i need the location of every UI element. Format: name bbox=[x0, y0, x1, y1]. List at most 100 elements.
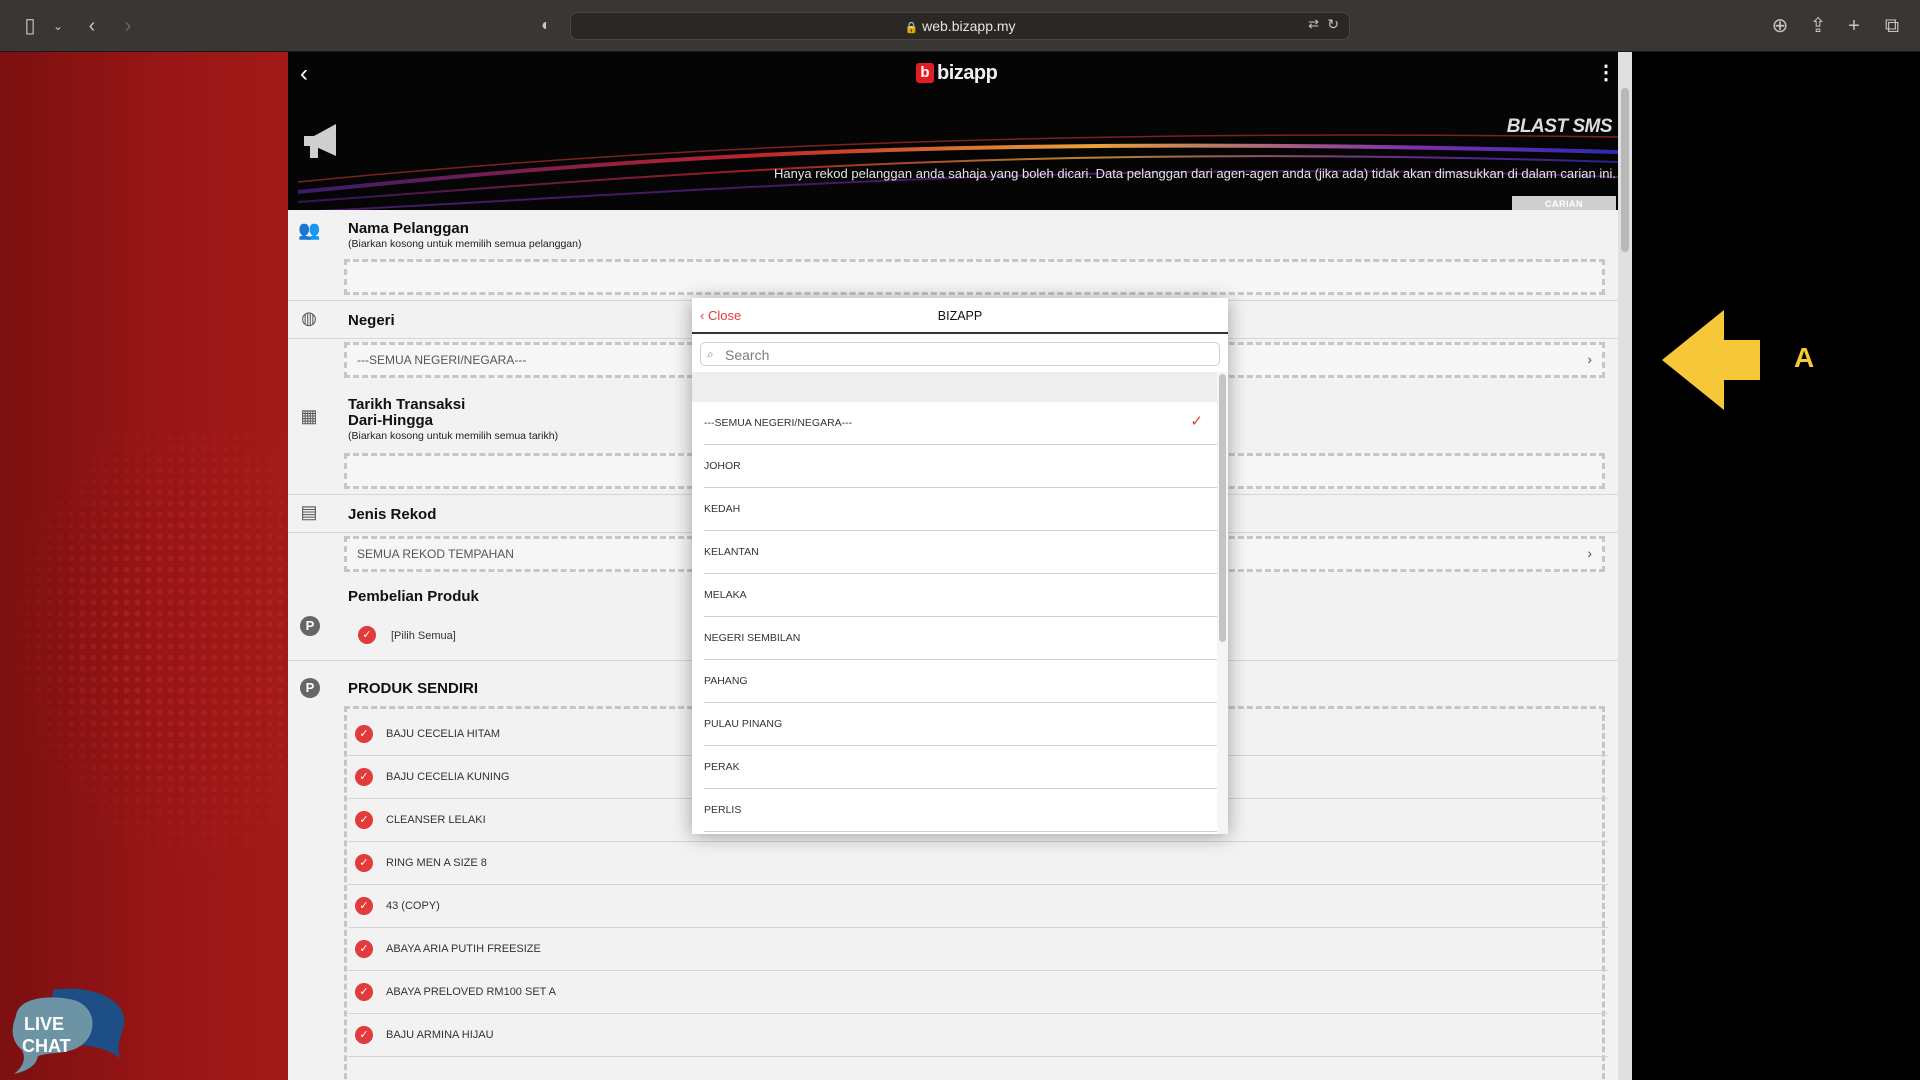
record-type-value: SEMUA REKOD TEMPAHAN bbox=[357, 547, 514, 561]
option-label: JOHOR bbox=[704, 460, 741, 472]
check-icon[interactable]: ✓ bbox=[355, 811, 373, 829]
product-icon: P bbox=[300, 616, 320, 636]
search-note: Hanya rekod pelanggan anda sahaja yang b… bbox=[774, 166, 1616, 181]
checkmark-icon: ✓ bbox=[1190, 413, 1203, 430]
check-icon[interactable]: ✓ bbox=[355, 983, 373, 1001]
customer-input[interactable] bbox=[344, 259, 1605, 295]
option-label: KEDAH bbox=[704, 503, 741, 515]
product-row[interactable]: ✓ RING MEN A SIZE 8 bbox=[348, 842, 1608, 885]
download-icon[interactable]: ⊕ bbox=[1768, 14, 1792, 38]
search-input[interactable]: ⌕ Search bbox=[700, 342, 1220, 366]
purchase-label: Pembelian Produk bbox=[348, 588, 479, 605]
own-products-label: PRODUK SENDIRI bbox=[348, 680, 479, 697]
reload-icon[interactable]: ↻ bbox=[1327, 16, 1339, 33]
product-row[interactable]: ✓ BAJU ARMINA HIJAU bbox=[348, 1014, 1608, 1057]
list-item[interactable]: PERAK bbox=[704, 746, 1217, 789]
select-all-label: [Pilih Semua] bbox=[391, 630, 456, 642]
modal-scrollbar[interactable] bbox=[1217, 372, 1228, 834]
list-item[interactable]: KEDAH bbox=[704, 488, 1217, 531]
more-menu-icon[interactable]: ⋮ bbox=[1596, 60, 1616, 85]
forward-icon[interactable]: › bbox=[116, 14, 140, 38]
option-label: PERAK bbox=[704, 761, 740, 773]
world-map-dots bbox=[0, 432, 288, 882]
browser-toolbar: ▯ ⌄ ‹ › ◐ 🔒 web.bizapp.my ⇄ ↻ ⊕ ⇪ + ⧉ bbox=[0, 0, 1920, 52]
megaphone-icon bbox=[304, 124, 336, 158]
date-hint: (Biarkan kosong untuk memilih semua tari… bbox=[348, 430, 559, 442]
modal-header: ‹ Close BIZAPP bbox=[692, 298, 1228, 334]
product-name: RING MEN A SIZE 8 bbox=[386, 857, 487, 869]
option-label: MELAKA bbox=[704, 589, 747, 601]
option-label: PAHANG bbox=[704, 675, 748, 687]
logo-text: bizapp bbox=[937, 61, 998, 84]
check-icon[interactable]: ✓ bbox=[355, 725, 373, 743]
search-tab[interactable]: CARIAN bbox=[1512, 196, 1616, 210]
annotation-label: A bbox=[1794, 342, 1815, 373]
live-chat-button[interactable]: LIVE CHAT bbox=[8, 986, 128, 1076]
sidebar-toggle-icon[interactable]: ▯ bbox=[18, 14, 42, 38]
option-label: PULAU PINANG bbox=[704, 718, 783, 730]
list-item[interactable]: PAHANG bbox=[704, 660, 1217, 703]
check-icon[interactable]: ✓ bbox=[355, 768, 373, 786]
customers-icon: 👥 bbox=[298, 220, 321, 240]
tabs-overview-icon[interactable]: ⧉ bbox=[1880, 14, 1904, 38]
list-item[interactable]: PERLIS bbox=[704, 789, 1217, 832]
product-name: CLEANSER LELAKI bbox=[386, 814, 486, 826]
select-all-checkbox[interactable]: ✓ bbox=[358, 626, 376, 644]
check-icon[interactable]: ✓ bbox=[355, 1026, 373, 1044]
list-item[interactable]: MELAKA bbox=[704, 574, 1217, 617]
option-label: ---SEMUA NEGERI/NEGARA--- bbox=[704, 417, 853, 429]
record-type-label: Jenis Rekod bbox=[348, 506, 437, 523]
list-item[interactable]: PULAU PINANG bbox=[704, 703, 1217, 746]
live-chat-line1: LIVE bbox=[24, 1014, 64, 1034]
check-icon[interactable]: ✓ bbox=[355, 854, 373, 872]
new-tab-icon[interactable]: + bbox=[1842, 14, 1866, 38]
scrollbar-thumb[interactable] bbox=[1219, 374, 1226, 642]
list-item[interactable]: ---SEMUA NEGERI/NEGARA--- ✓ bbox=[704, 402, 1217, 445]
document-icon: ▤ bbox=[300, 502, 318, 522]
calendar-icon: ▦ bbox=[300, 406, 318, 426]
address-bar[interactable]: 🔒 web.bizapp.my ⇄ ↻ bbox=[570, 12, 1350, 40]
product-row[interactable]: ✓ 43 (COPY) bbox=[348, 885, 1608, 928]
lock-icon: 🔒 bbox=[904, 22, 919, 34]
list-item[interactable]: KELANTAN bbox=[704, 531, 1217, 574]
product-name: BAJU CECELIA HITAM bbox=[386, 728, 501, 740]
scrollbar-thumb[interactable] bbox=[1621, 88, 1629, 252]
header-banner: ‹ b bizapp ⋮ BLAST SMS Hanya rekod pelan… bbox=[288, 52, 1632, 210]
check-icon[interactable]: ✓ bbox=[355, 940, 373, 958]
product-row[interactable]: ✓ ABAYA ARIA PUTIH FREESIZE bbox=[348, 928, 1608, 971]
chevron-right-icon: › bbox=[1587, 351, 1592, 367]
customer-label: Nama Pelanggan bbox=[348, 220, 469, 237]
state-picker-modal: ‹ Close BIZAPP ⌕ Search ---SEMUA NEGERI/… bbox=[692, 298, 1228, 834]
left-background bbox=[0, 52, 288, 1080]
list-item[interactable]: JOHOR bbox=[704, 445, 1217, 488]
logo-mark: b bbox=[916, 63, 934, 83]
state-select-value: ---SEMUA NEGERI/NEGARA--- bbox=[357, 353, 527, 367]
list-header bbox=[692, 372, 1217, 402]
search-placeholder: Search bbox=[725, 347, 770, 363]
translate-icon[interactable]: ⇄ bbox=[1308, 16, 1319, 32]
date-range-label: Dari-Hingga bbox=[348, 412, 434, 429]
check-icon[interactable]: ✓ bbox=[355, 897, 373, 915]
shield-icon[interactable]: ◐ bbox=[534, 14, 558, 38]
search-icon: ⌕ bbox=[707, 347, 714, 361]
page-scrollbar[interactable] bbox=[1618, 52, 1632, 1080]
product-row[interactable]: ✓ ABAYA PRELOVED RM100 SET A bbox=[348, 971, 1608, 1014]
url-text: web.bizapp.my bbox=[922, 18, 1016, 34]
product-name: BAJU ARMINA HIJAU bbox=[386, 1029, 494, 1041]
modal-title: BIZAPP bbox=[937, 309, 983, 323]
bizapp-logo: b bizapp bbox=[916, 60, 998, 86]
page-title: BLAST SMS bbox=[1506, 116, 1613, 137]
chevron-right-icon: › bbox=[1587, 545, 1592, 561]
annotation-arrow-icon bbox=[1662, 310, 1760, 410]
chevron-down-icon[interactable]: ⌄ bbox=[46, 14, 70, 38]
back-icon[interactable]: ‹ bbox=[80, 14, 104, 38]
product-icon: P bbox=[300, 678, 320, 698]
state-list: ---SEMUA NEGERI/NEGARA--- ✓ JOHOR KEDAH K… bbox=[692, 402, 1217, 832]
product-name: ABAYA PRELOVED RM100 SET A bbox=[386, 986, 556, 998]
list-item[interactable]: NEGERI SEMBILAN bbox=[704, 617, 1217, 660]
state-label: Negeri bbox=[348, 312, 395, 329]
customer-hint: (Biarkan kosong untuk memilih semua pela… bbox=[348, 238, 582, 250]
globe-icon: ◍ bbox=[301, 308, 317, 328]
share-icon[interactable]: ⇪ bbox=[1806, 14, 1830, 38]
back-button[interactable]: ‹ bbox=[300, 60, 308, 88]
